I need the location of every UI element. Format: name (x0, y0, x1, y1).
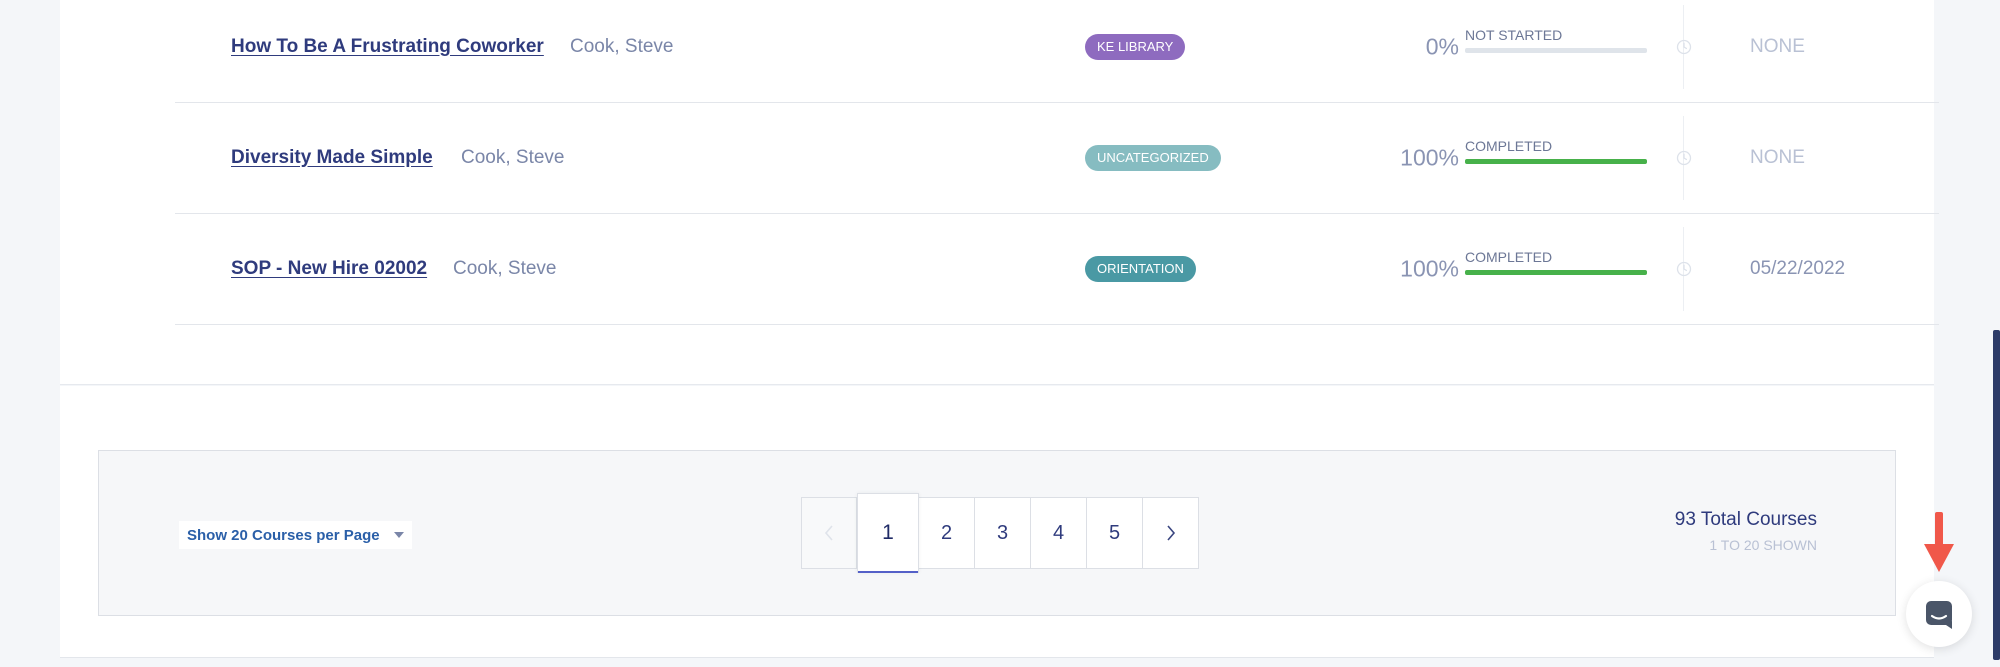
course-row: Diversity Made Simple Cook, Steve UNCATE… (175, 102, 1939, 214)
clock-icon (1676, 39, 1692, 55)
progress-percent: 100% (1400, 255, 1459, 281)
progress-status: COMPLETED (1465, 249, 1553, 265)
course-title-link[interactable]: SOP - New Hire 02002 (231, 258, 427, 280)
clock-icon (1676, 261, 1692, 277)
course-author: Cook, Steve (461, 146, 565, 168)
progress-bar (1465, 48, 1647, 53)
progress-status: NOT STARTED (1465, 27, 1563, 43)
chat-icon (1926, 601, 1952, 629)
course-list-panel: How To Be A Frustrating Coworker Cook, S… (60, 0, 1939, 385)
due-date: NONE (1750, 146, 1805, 168)
chat-launcher-button[interactable] (1906, 581, 1972, 647)
course-row: SOP - New Hire 02002 Cook, Steve ORIENTA… (175, 213, 1939, 325)
course-author: Cook, Steve (453, 257, 557, 279)
due-date: 05/22/2022 (1750, 257, 1846, 279)
course-count: 93 Total Courses 1 TO 20 SHOWN (1675, 509, 1817, 553)
progress-status: COMPLETED (1465, 138, 1553, 154)
caret-down-icon (393, 532, 404, 538)
page-button-4[interactable]: 4 (1031, 497, 1087, 569)
progress-bar (1465, 270, 1647, 275)
total-courses: 93 Total Courses (1674, 509, 1817, 530)
course-row: How To Be A Frustrating Coworker Cook, S… (175, 0, 1939, 103)
page-buttons: 1 2 3 4 5 (801, 493, 1199, 573)
arrow-down-icon (1924, 512, 1954, 572)
category-badge: UNCATEGORIZED (1085, 144, 1221, 171)
next-page-button[interactable] (1143, 497, 1199, 569)
shown-range: 1 TO 20 SHOWN (1709, 537, 1817, 553)
page-button-5[interactable]: 5 (1087, 497, 1143, 569)
category-badge: KE LIBRARY (1085, 33, 1186, 60)
per-page-label: Show 20 Courses per Page (187, 526, 380, 544)
scrollbar-thumb[interactable] (1993, 330, 2000, 660)
course-author: Cook, Steve (570, 35, 674, 57)
prev-page-button[interactable] (801, 497, 857, 569)
pagination-bar: Show 20 Courses per Page 1 2 3 4 5 93 To… (98, 450, 1896, 616)
page-button-1[interactable]: 1 (857, 493, 919, 573)
chevron-right-icon (1166, 525, 1175, 541)
page-button-2[interactable]: 2 (919, 497, 975, 569)
chevron-left-icon (824, 525, 833, 541)
clock-icon (1676, 150, 1692, 166)
course-title-link[interactable]: Diversity Made Simple (231, 147, 433, 169)
progress-percent: 0% (1425, 33, 1459, 59)
page-button-3[interactable]: 3 (975, 497, 1031, 569)
course-title-link[interactable]: How To Be A Frustrating Coworker (231, 36, 544, 58)
progress-percent: 100% (1400, 144, 1459, 170)
due-date: NONE (1750, 35, 1805, 57)
per-page-dropdown[interactable]: Show 20 Courses per Page (179, 521, 412, 549)
progress-bar (1465, 159, 1647, 164)
category-badge: ORIENTATION (1085, 255, 1196, 282)
